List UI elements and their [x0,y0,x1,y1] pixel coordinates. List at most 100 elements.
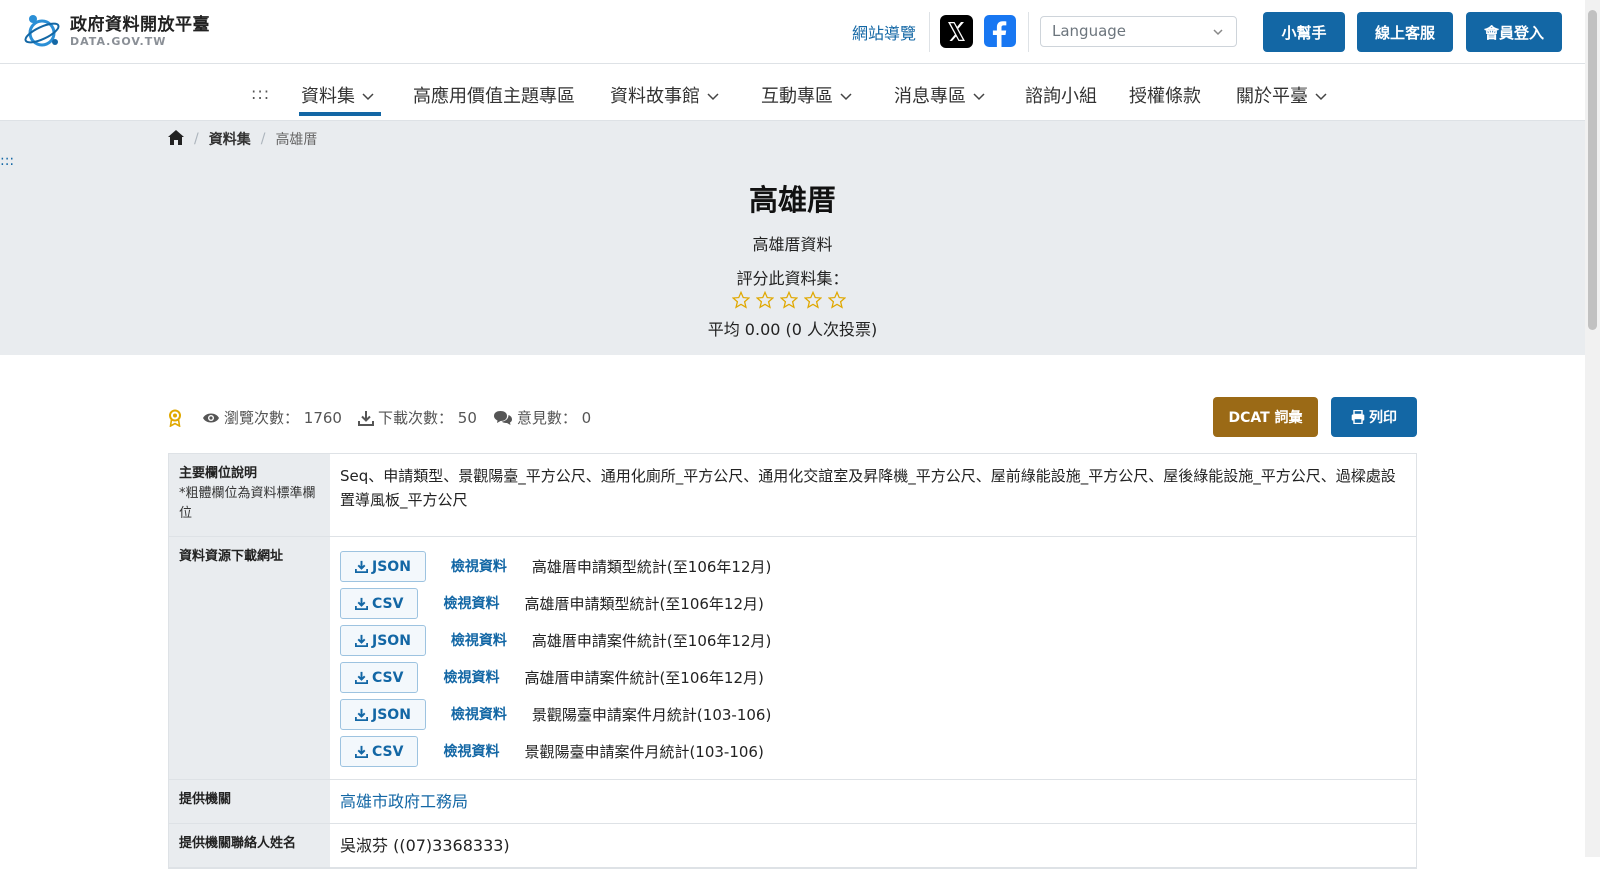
nav-item-high-value[interactable]: 高應用價值主題專區 [413,82,575,108]
resource-item: JSON 檢視資料 景觀陽臺申請案件月統計(103-106) [340,696,1406,733]
views-count: 1760 [303,408,342,427]
main-nav: ::: 資料集 高應用價值主題專區 資料故事館 互動專區 消息專區 諮詢小組 授… [0,64,1585,121]
format-label: JSON [372,706,411,723]
breadcrumb-current: 高雄厝 [275,132,318,148]
nav-item-license[interactable]: 授權條款 [1129,82,1201,108]
downloads-stat: 下載次數： 50 [357,407,477,428]
download-csv-button[interactable]: CSV [340,662,419,693]
printer-icon [1351,410,1365,424]
resource-name: 高雄厝申請類型統計(至106年12月) [531,557,772,576]
facebook-icon[interactable] [984,15,1016,47]
resources-header: 資料資源下載網址 [169,537,330,779]
download-csv-button[interactable]: CSV [340,588,419,619]
rating-stars [732,291,846,309]
nav-item-label: 高應用價值主題專區 [413,86,575,107]
nav-item-stories[interactable]: 資料故事館 [610,82,720,108]
view-data-link[interactable]: 檢視資料 [451,555,507,579]
print-button[interactable]: 列印 [1331,397,1417,437]
print-label: 列印 [1369,410,1397,426]
home-icon[interactable] [168,129,184,149]
resource-name: 景觀陽臺申請案件月統計(103-106) [524,742,764,761]
fields-header-note: *粗體欄位為資料標準欄位 [179,486,316,521]
nav-item-advisory[interactable]: 諮詢小組 [1025,82,1097,108]
resource-name: 高雄厝申請案件統計(至106年12月) [524,668,764,687]
download-json-button[interactable]: JSON [340,551,426,582]
content-accesskey[interactable]: ::: [0,153,14,169]
nav-accesskey[interactable]: ::: [251,84,270,103]
logo-icon [22,12,62,52]
page-title: 高雄厝 [748,183,836,217]
helper-button[interactable]: 小幫手 [1263,12,1345,52]
star-icon[interactable] [732,291,750,309]
view-data-link[interactable]: 檢視資料 [451,629,507,653]
nav-item-label: 資料故事館 [610,86,700,107]
nav-item-label: 關於平臺 [1236,86,1308,107]
download-icon [355,708,368,721]
resources-list: JSON 檢視資料 高雄厝申請類型統計(至106年12月) CSV 檢視資料 高… [330,537,1416,779]
download-json-button[interactable]: JSON [340,699,426,730]
logo-title: 政府資料開放平臺 [70,15,210,35]
comments-icon [493,410,512,425]
nav-item-news[interactable]: 消息專區 [894,82,986,108]
comments-count: 0 [581,408,592,427]
resource-item: CSV 檢視資料 高雄厝申請案件統計(至106年12月) [340,659,1406,696]
downloads-label: 下載次數： [377,409,453,427]
star-icon[interactable] [780,291,798,309]
rating-prompt: 評分此資料集： [736,269,849,288]
download-icon [355,597,368,610]
format-label: CSV [372,669,404,686]
views-stat: 瀏覽次數： 1760 [202,407,342,428]
resource-item: JSON 檢視資料 高雄厝申請案件統計(至106年12月) [340,622,1406,659]
language-select-value: Language [1052,22,1127,40]
provider-cell: 高雄市政府工務局 [330,780,1416,823]
fields-header: 主要欄位說明 *粗體欄位為資料標準欄位 [169,454,330,536]
star-icon[interactable] [756,291,774,309]
chevron-down-icon [839,87,853,108]
logo-subtitle: DATA.GOV.TW [70,35,167,48]
view-data-link[interactable]: 檢視資料 [443,592,499,616]
format-label: JSON [372,632,411,649]
badge-icon [168,409,186,427]
download-json-button[interactable]: JSON [340,625,426,656]
downloads-count: 50 [457,408,477,427]
site-logo[interactable]: 政府資料開放平臺 DATA.GOV.TW [22,12,210,52]
nav-item-interaction[interactable]: 互動專區 [761,82,853,108]
breadcrumb-datasets[interactable]: 資料集 [209,129,251,149]
language-select[interactable]: Language [1040,16,1237,47]
chevron-down-icon [972,87,986,108]
rating-average: 平均 0.00 (0 人次投票) [707,320,878,339]
nav-item-label: 互動專區 [761,86,833,107]
x-twitter-icon[interactable] [940,15,973,48]
view-data-link[interactable]: 檢視資料 [443,740,499,764]
table-row: 主要欄位說明 *粗體欄位為資料標準欄位 Seq、申請類型、景觀陽臺_平方公尺、通… [169,454,1416,537]
download-icon [357,410,374,426]
contact-value: 吳淑芬 ((07)3368333) [340,836,510,855]
provider-link[interactable]: 高雄市政府工務局 [340,792,468,811]
resource-name: 高雄厝申請案件統計(至106年12月) [531,631,772,650]
online-support-button[interactable]: 線上客服 [1357,12,1453,52]
dataset-hero: / 資料集 / 高雄厝 ::: 高雄厝 高雄厝資料 評分此資料集： 平均 0.0… [0,121,1585,355]
scrollbar-thumb[interactable] [1588,10,1597,330]
star-icon[interactable] [828,291,846,309]
view-data-link[interactable]: 檢視資料 [451,703,507,727]
dataset-stats: 瀏覽次數： 1760 下載次數： 50 意見數： 0 [168,407,607,428]
member-login-button[interactable]: 會員登入 [1466,12,1562,52]
star-icon[interactable] [804,291,822,309]
download-icon [355,745,368,758]
download-csv-button[interactable]: CSV [340,736,419,767]
contact-header: 提供機關聯絡人姓名 [169,824,330,867]
page-scrollbar[interactable] [1585,0,1600,857]
resource-item: CSV 檢視資料 高雄厝申請類型統計(至106年12月) [340,585,1406,622]
view-data-link[interactable]: 檢視資料 [443,666,499,690]
nav-item-label: 諮詢小組 [1025,86,1097,107]
nav-item-datasets[interactable]: 資料集 [301,82,375,108]
nav-item-about[interactable]: 關於平臺 [1236,82,1328,108]
dcat-button[interactable]: DCAT 詞彙 [1213,397,1318,437]
format-label: JSON [372,558,411,575]
breadcrumb: / 資料集 / 高雄厝 [168,129,317,149]
download-icon [355,634,368,647]
nav-item-label: 授權條款 [1129,86,1201,107]
sitemap-link[interactable]: 網站導覽 [852,20,916,44]
chevron-down-icon [1212,24,1224,42]
resource-name: 景觀陽臺申請案件月統計(103-106) [531,705,772,724]
